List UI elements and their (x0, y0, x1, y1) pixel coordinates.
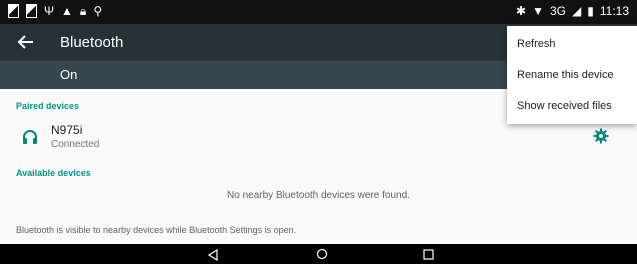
menu-item-rename-device[interactable]: Rename this device (517, 69, 614, 81)
warning-icon: ▲ (61, 4, 73, 18)
lock-icon: 🔒︎ (79, 4, 87, 18)
device-status: Connected (51, 139, 100, 150)
device-name: N975i (51, 123, 83, 137)
battery-icon: ▮ (587, 4, 594, 18)
clock: 11:13 (599, 4, 629, 18)
status-icons-right: ✱ ▼ 3G ◢ ▮ 11:13 (516, 4, 629, 18)
image-icon (8, 4, 19, 18)
headset-icon (23, 130, 37, 144)
menu-item-refresh[interactable]: Refresh (517, 38, 556, 50)
overflow-menu: Refresh Rename this device Show received… (507, 26, 637, 124)
visibility-note: Bluetooth is visible to nearby devices w… (16, 225, 297, 235)
paired-devices-header: Paired devices (16, 101, 80, 111)
nav-back-icon[interactable] (207, 249, 219, 261)
no-devices-message: No nearby Bluetooth devices were found. (227, 190, 410, 201)
pin-icon: ⚲ (93, 4, 103, 18)
status-bar: Ψ ▲ 🔒︎ ⚲ ✱ ▼ 3G ◢ ▮ 11:13 (0, 0, 637, 24)
page-title: Bluetooth (60, 34, 124, 51)
nav-recents-icon[interactable] (423, 249, 434, 260)
menu-item-show-received-files[interactable]: Show received files (517, 100, 612, 112)
usb-icon: Ψ (44, 4, 55, 18)
available-devices-header: Available devices (16, 168, 91, 178)
switch-label: On (60, 67, 78, 82)
paired-device-row[interactable]: N975i Connected (0, 119, 637, 155)
wifi-icon: ▼ (532, 4, 544, 18)
gear-icon[interactable] (593, 128, 609, 144)
status-icons-left: Ψ ▲ 🔒︎ ⚲ (8, 4, 102, 18)
signal-icon: ◢ (572, 4, 582, 18)
back-arrow-icon[interactable] (16, 32, 36, 52)
navigation-bar (0, 244, 637, 264)
nav-home-icon[interactable] (316, 248, 328, 260)
image-icon (26, 4, 37, 18)
bluetooth-icon: ✱ (516, 4, 527, 18)
network-type: 3G (550, 4, 567, 18)
